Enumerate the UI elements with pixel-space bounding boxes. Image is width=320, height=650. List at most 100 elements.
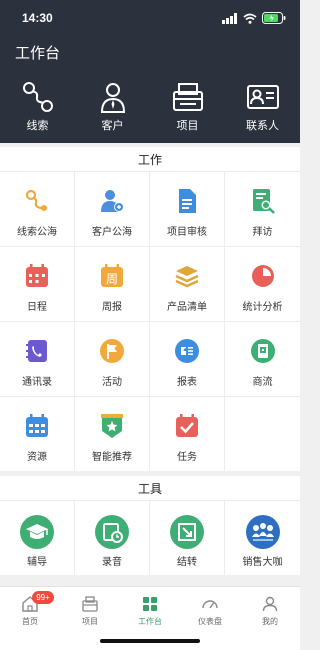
task-icon (176, 414, 198, 437)
battery-icon (262, 12, 286, 24)
work-item-label: 智能推荐 (92, 452, 132, 463)
work-grid-empty-cell (225, 396, 300, 471)
work-section-title: 工作 (0, 147, 300, 173)
tools-section-title: 工具 (0, 476, 300, 502)
tab-label: 仪表盘 (198, 617, 222, 626)
project-tab-icon (82, 596, 98, 612)
quick-label: 联系人 (246, 120, 279, 132)
work-item-report[interactable]: 报表 (150, 321, 225, 396)
status-bar: 14:30 (0, 0, 300, 36)
work-item-label: 活动 (102, 377, 122, 388)
work-item-resource[interactable]: 资源 (0, 396, 75, 471)
tab-label: 工作台 (138, 617, 162, 626)
dashboard-icon (202, 600, 218, 609)
wifi-icon (243, 13, 257, 24)
pie-chart-icon (251, 265, 274, 287)
graduation-cap-icon (20, 515, 54, 549)
tab-label: 项目 (82, 617, 98, 626)
clue-icon (22, 82, 53, 112)
recommend-icon (101, 414, 123, 438)
user-icon (262, 596, 278, 612)
tab-dashboard[interactable]: 仪表盘 (180, 587, 240, 627)
quick-item-clue[interactable]: 线索 (0, 76, 75, 136)
report-icon (175, 339, 199, 363)
quick-label: 线索 (26, 120, 49, 132)
clue-pool-icon (25, 189, 47, 211)
tool-item-coaching[interactable]: 辅导 (0, 500, 75, 575)
recording-icon (95, 515, 129, 549)
tool-item-label: 结转 (177, 557, 197, 568)
header: 14:30 工作台 线索 客户 项目 联系人 (0, 0, 300, 143)
tool-item-carry-over[interactable]: 结转 (150, 500, 225, 575)
status-time: 14:30 (22, 11, 53, 25)
work-item-commerce[interactable]: 商流 (225, 321, 300, 396)
carry-over-icon (170, 515, 204, 549)
visit-icon (252, 189, 275, 214)
tool-item-sales-expert[interactable]: 销售大咖 (225, 500, 300, 575)
sales-expert-icon (245, 515, 280, 549)
customer-pool-icon (101, 190, 124, 212)
work-item-label: 拜访 (252, 227, 273, 238)
work-item-customer-pool[interactable]: 客户公海 (75, 171, 150, 246)
work-item-recommend[interactable]: 智能推荐 (75, 396, 150, 471)
tab-me[interactable]: 我的 (240, 587, 300, 627)
flag-icon (100, 339, 124, 363)
tool-item-label: 录音 (102, 557, 122, 568)
quick-item-contact[interactable]: 联系人 (225, 76, 300, 136)
status-icons (222, 12, 286, 24)
work-item-activity[interactable]: 活动 (75, 321, 150, 396)
work-item-task[interactable]: 任务 (150, 396, 225, 471)
tab-label: 我的 (262, 617, 278, 626)
work-item-label: 资源 (27, 452, 47, 463)
product-list-icon (175, 266, 199, 288)
customer-icon (100, 83, 125, 113)
calendar-icon (26, 264, 48, 287)
work-item-label: 任务 (177, 452, 197, 463)
quick-label: 客户 (101, 120, 124, 132)
tool-item-recording[interactable]: 录音 (75, 500, 150, 575)
notification-badge: 99+ (32, 591, 54, 604)
svg-text:周: 周 (106, 272, 118, 286)
tools-grid: 辅导 录音 结转 销售大咖 (0, 500, 300, 575)
work-item-label: 项目审核 (167, 227, 207, 238)
work-item-phonebook[interactable]: 通讯录 (0, 321, 75, 396)
work-grid: 线索公海 客户公海 项目审核 拜访 日程 周 周报 产品清单 统计分析 通讯录 … (0, 171, 300, 471)
work-item-project-review[interactable]: 项目审核 (150, 171, 225, 246)
work-item-label: 产品清单 (167, 302, 207, 313)
quick-item-customer[interactable]: 客户 (75, 76, 150, 136)
quick-actions: 线索 客户 项目 联系人 (0, 76, 300, 136)
work-item-weekly-report[interactable]: 周 周报 (75, 246, 150, 321)
work-item-label: 客户公海 (92, 227, 132, 238)
work-item-visit[interactable]: 拜访 (225, 171, 300, 246)
work-item-label: 周报 (102, 302, 122, 313)
grid-icon (143, 597, 157, 611)
project-icon (172, 83, 203, 111)
weekly-report-icon: 周 (101, 264, 123, 287)
work-item-clue-pool[interactable]: 线索公海 (0, 171, 75, 246)
quick-item-project[interactable]: 项目 (150, 76, 225, 136)
signal-icon (222, 12, 237, 24)
resource-icon (26, 414, 48, 437)
tool-item-label: 销售大咖 (242, 557, 283, 568)
tab-home[interactable]: 99+ 首页 (0, 587, 60, 627)
work-item-label: 统计分析 (242, 302, 283, 313)
tab-project[interactable]: 项目 (60, 587, 120, 627)
tab-workbench[interactable]: 工作台 (120, 587, 180, 627)
contact-icon (246, 85, 279, 109)
home-indicator (100, 639, 200, 643)
work-item-label: 报表 (177, 377, 197, 388)
project-review-icon (179, 189, 196, 213)
commerce-icon (250, 339, 275, 363)
work-item-label: 通讯录 (22, 377, 52, 388)
work-item-product-list[interactable]: 产品清单 (150, 246, 225, 321)
work-item-label: 商流 (252, 377, 273, 388)
tab-label: 首页 (22, 617, 38, 626)
quick-label: 项目 (176, 120, 199, 132)
tool-item-label: 辅导 (27, 557, 47, 568)
work-item-calendar[interactable]: 日程 (0, 246, 75, 321)
page-title: 工作台 (15, 45, 61, 62)
work-item-statistics[interactable]: 统计分析 (225, 246, 300, 321)
phonebook-icon (26, 340, 47, 362)
work-item-label: 线索公海 (17, 227, 57, 238)
work-item-label: 日程 (27, 302, 47, 313)
